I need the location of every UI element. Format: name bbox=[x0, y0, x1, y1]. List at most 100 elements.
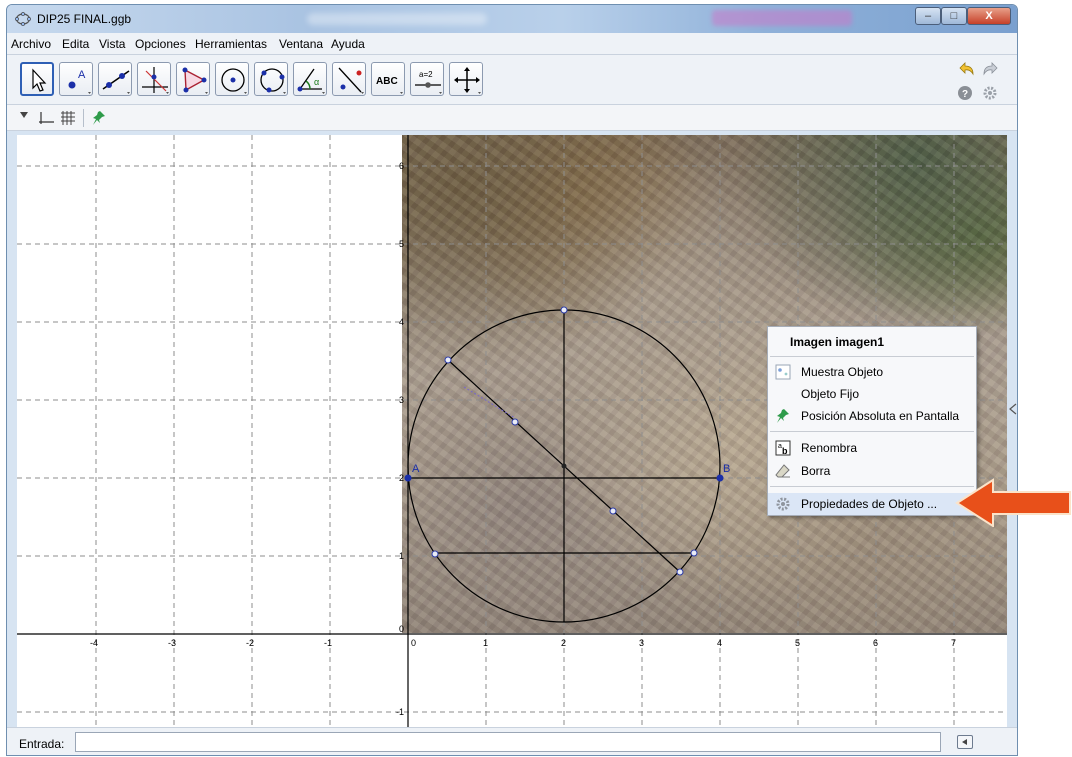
svg-text:α: α bbox=[314, 77, 319, 87]
x-tick-label: -1 bbox=[324, 638, 332, 648]
perpendicular-tool[interactable] bbox=[137, 62, 171, 96]
x-tick-label: -2 bbox=[246, 638, 254, 648]
y-tick-label: 0 bbox=[399, 624, 404, 634]
x-tick-label: 6 bbox=[873, 638, 878, 648]
y-tick-label: 4 bbox=[399, 317, 404, 327]
move-view-tool[interactable] bbox=[449, 62, 483, 96]
rename-icon: a b bbox=[775, 440, 791, 456]
context-menu: Imagen imagen1 Muestra Objeto Objeto Fij… bbox=[767, 326, 977, 516]
polygon-icon bbox=[182, 67, 208, 94]
move-graphics-icon bbox=[454, 67, 481, 94]
gear-icon[interactable] bbox=[982, 85, 998, 101]
point-a-icon: A bbox=[68, 69, 91, 94]
axes-icon[interactable] bbox=[37, 110, 55, 126]
y-tick-label: 3 bbox=[399, 395, 404, 405]
menu-edita[interactable]: Edita bbox=[62, 37, 89, 51]
menu-ventana[interactable]: Ventana bbox=[279, 37, 323, 51]
svg-text:a=2: a=2 bbox=[419, 70, 433, 79]
angle-tool[interactable]: α bbox=[293, 62, 327, 96]
line-tool[interactable] bbox=[98, 62, 132, 96]
conic-tool[interactable] bbox=[254, 62, 288, 96]
geogebra-logo-icon bbox=[15, 12, 31, 26]
point-a bbox=[404, 474, 412, 482]
y-tick-label: -1 bbox=[396, 707, 404, 717]
x-tick-label: 0 bbox=[411, 638, 416, 648]
window-title: DIP25 FINAL.ggb bbox=[37, 12, 132, 26]
input-field[interactable] bbox=[75, 732, 941, 752]
menu-vista[interactable]: Vista bbox=[99, 37, 125, 51]
menu-archivo[interactable]: Archivo bbox=[11, 37, 51, 51]
move-tool[interactable] bbox=[20, 62, 54, 96]
point-a-label: A bbox=[412, 463, 420, 475]
menu-item-posicion-absoluta[interactable]: Posición Absoluta en Pantalla bbox=[768, 405, 976, 427]
menu-item-propiedades[interactable]: Propiedades de Objeto ... bbox=[768, 493, 976, 515]
pin-icon[interactable] bbox=[91, 109, 107, 127]
context-menu-title: Imagen imagen1 bbox=[790, 335, 885, 349]
svg-text:?: ? bbox=[962, 89, 968, 100]
svg-text:ABC: ABC bbox=[376, 76, 398, 87]
menu-separator bbox=[770, 431, 974, 432]
toolbar: A α ABC a=2 ? bbox=[7, 55, 1017, 105]
undo-icon[interactable] bbox=[957, 61, 975, 77]
menu-item-borra[interactable]: Borra bbox=[768, 460, 976, 482]
line-through-points-icon bbox=[102, 70, 130, 94]
x-tick-label: 7 bbox=[951, 638, 956, 648]
menu-opciones[interactable]: Opciones bbox=[135, 37, 186, 51]
menu-item-muestra-objeto[interactable]: Muestra Objeto bbox=[768, 361, 976, 383]
x-tick-label: -3 bbox=[168, 638, 176, 648]
slider-tool[interactable]: a=2 bbox=[410, 62, 444, 96]
perpendicular-line-icon bbox=[142, 67, 169, 94]
polygon-tool[interactable] bbox=[176, 62, 210, 96]
slider-icon: a=2 bbox=[415, 70, 442, 94]
style-bar bbox=[7, 105, 1017, 131]
svg-text:b: b bbox=[782, 446, 788, 456]
menu-bar: Archivo Edita Vista Opciones Herramienta… bbox=[7, 33, 1017, 55]
pin-icon bbox=[777, 409, 789, 423]
keyboard-toggle-icon bbox=[962, 739, 967, 745]
svg-text:A: A bbox=[78, 69, 86, 81]
input-help-toggle[interactable] bbox=[957, 735, 973, 749]
angle-icon: α bbox=[297, 68, 325, 94]
gear-icon bbox=[776, 497, 790, 511]
menu-separator bbox=[770, 486, 974, 487]
input-label: Entrada: bbox=[19, 737, 65, 751]
menu-item-renombra[interactable]: a b Renombra bbox=[768, 437, 976, 459]
collapse-arrow-icon[interactable] bbox=[19, 111, 29, 119]
x-tick-label: 4 bbox=[717, 638, 722, 648]
circle-tool[interactable] bbox=[215, 62, 249, 96]
text-tool[interactable]: ABC bbox=[371, 62, 405, 96]
close-button[interactable]: X bbox=[967, 7, 1011, 25]
maximize-button[interactable]: □ bbox=[941, 7, 967, 25]
taskbar-blur bbox=[712, 10, 852, 26]
help-icon[interactable]: ? bbox=[957, 85, 973, 101]
show-object-icon bbox=[775, 364, 791, 380]
point-b-label: B bbox=[723, 463, 730, 475]
redo-icon[interactable] bbox=[982, 61, 1000, 77]
grid-icon[interactable] bbox=[59, 110, 77, 126]
y-tick-label: 6 bbox=[399, 161, 404, 171]
x-tick-label: 3 bbox=[639, 638, 644, 648]
title-bar[interactable]: DIP25 FINAL.ggb – □ X bbox=[7, 5, 1017, 33]
annotation-arrow-icon bbox=[955, 478, 1071, 527]
circle-center-point-icon bbox=[221, 68, 247, 94]
reflect-tool[interactable] bbox=[332, 62, 366, 96]
x-tick-label: -4 bbox=[90, 638, 98, 648]
x-tick-label: 1 bbox=[483, 638, 488, 648]
x-tick-label: 5 bbox=[795, 638, 800, 648]
menu-item-objeto-fijo[interactable]: Objeto Fijo bbox=[768, 383, 976, 405]
eraser-icon bbox=[775, 464, 790, 478]
collapse-panel-icon[interactable] bbox=[1009, 403, 1017, 415]
input-bar: Entrada: bbox=[7, 727, 1017, 755]
minimize-button[interactable]: – bbox=[915, 7, 941, 25]
x-tick-label: 2 bbox=[561, 638, 566, 648]
stylebar-divider bbox=[83, 109, 84, 127]
menu-herramientas[interactable]: Herramientas bbox=[195, 37, 267, 51]
menu-ayuda[interactable]: Ayuda bbox=[331, 37, 365, 51]
point-tool[interactable]: A bbox=[59, 62, 93, 96]
center-point bbox=[561, 463, 567, 469]
pointer-icon bbox=[32, 68, 47, 92]
y-tick-label: 1 bbox=[399, 551, 404, 561]
circle-three-points-icon bbox=[260, 68, 286, 94]
point-b bbox=[716, 474, 724, 482]
reflect-icon bbox=[338, 67, 364, 94]
